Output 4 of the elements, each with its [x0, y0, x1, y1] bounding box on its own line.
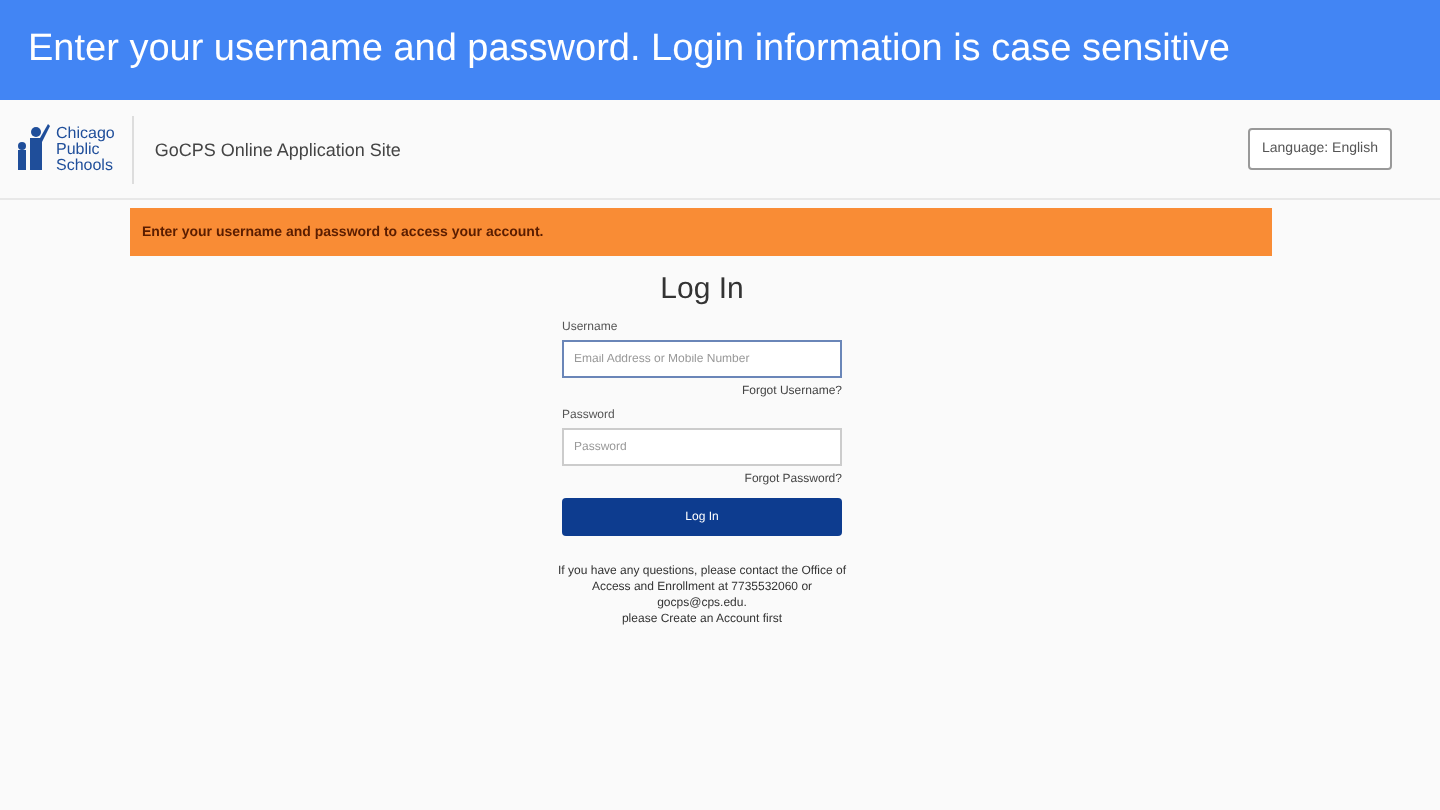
site-name: GoCPS Online Application Site — [154, 139, 403, 159]
slide-title: Enter your username and password. Login information is case sensitive — [28, 28, 1230, 72]
login-heading: Log In — [660, 272, 744, 306]
logo-text: Chicago Public Schools — [56, 125, 115, 173]
